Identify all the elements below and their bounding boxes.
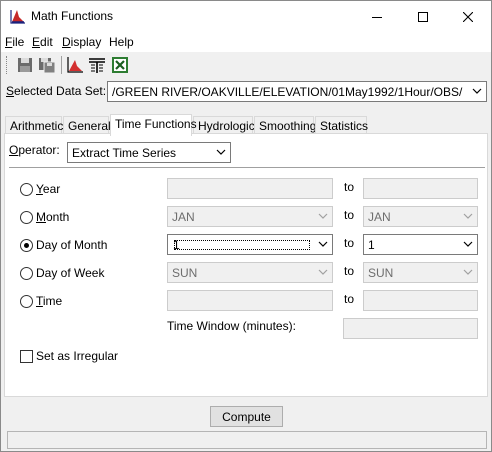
chevron-down-icon	[463, 269, 473, 275]
month-to-combo[interactable]: JAN	[363, 206, 478, 227]
save-as-icon[interactable]	[38, 56, 56, 74]
day-of-week-to-combo[interactable]: SUN	[363, 262, 478, 283]
plot-icon[interactable]	[66, 56, 84, 74]
month-from-value: JAN	[172, 210, 195, 224]
day-of-week-to-value: SUN	[368, 266, 394, 280]
status-bar	[7, 431, 487, 449]
menu-file[interactable]: File	[5, 35, 24, 49]
tabulate-icon[interactable]	[88, 56, 106, 74]
menu-help[interactable]: Help	[109, 35, 134, 49]
time-window-field[interactable]	[343, 318, 478, 339]
toolbar-grip[interactable]	[6, 56, 9, 74]
math-functions-window: Math Functions File Edit Display Help Se…	[0, 0, 492, 452]
time-to-label: to	[344, 292, 355, 306]
menu-display[interactable]: Display	[62, 35, 101, 49]
day-of-month-to-value: 1	[368, 238, 375, 252]
time-functions-panel: Operator: Extract Time Series Year to Mo…	[4, 133, 488, 397]
chevron-down-icon	[472, 88, 482, 94]
day-of-month-from-combo[interactable]: 1	[167, 234, 333, 255]
radio-selected-dot	[24, 243, 29, 248]
maximize-button[interactable]	[400, 1, 446, 32]
month-from-combo[interactable]: JAN	[167, 206, 333, 227]
selected-data-set-label: Selected Data Set:	[6, 84, 107, 98]
day-of-month-label: Day of Month	[36, 238, 108, 252]
math-chart-icon	[10, 10, 25, 24]
maximize-icon	[418, 11, 428, 22]
close-button[interactable]	[445, 1, 491, 32]
day-of-month-radio[interactable]	[20, 239, 33, 252]
toolbar-separator	[61, 56, 62, 74]
month-to-label: to	[344, 208, 355, 222]
month-label: Month	[36, 210, 70, 224]
day-of-week-from-combo[interactable]: SUN	[167, 262, 333, 283]
save-icon[interactable]	[16, 56, 34, 74]
operator-separator	[9, 167, 485, 168]
day-of-month-to-label: to	[344, 236, 355, 250]
year-to-label: to	[344, 180, 355, 194]
year-from-field[interactable]	[167, 178, 333, 199]
set-as-irregular-checkbox[interactable]	[20, 350, 33, 363]
day-of-week-to-label: to	[344, 264, 355, 278]
operator-label: Operator:	[9, 143, 60, 157]
day-of-month-to-combo[interactable]: 1	[363, 234, 478, 255]
time-window-label: Time Window (minutes):	[167, 319, 296, 333]
menu-edit[interactable]: Edit	[32, 35, 53, 49]
time-to-field[interactable]	[363, 290, 478, 311]
year-to-field[interactable]	[363, 178, 478, 199]
chevron-down-icon	[318, 269, 328, 275]
year-label: Year	[36, 182, 61, 196]
month-to-value: JAN	[368, 210, 391, 224]
day-of-month-from-value: 1	[172, 238, 312, 252]
compute-label: Compute	[222, 409, 271, 424]
chevron-down-icon	[318, 241, 328, 247]
operator-combo[interactable]: Extract Time Series	[67, 142, 231, 163]
minimize-icon	[372, 16, 382, 18]
chevron-down-icon	[216, 149, 226, 155]
chevron-down-icon	[318, 213, 328, 219]
month-radio[interactable]	[20, 211, 33, 224]
day-of-week-from-value: SUN	[172, 266, 198, 280]
set-as-irregular-label: Set as Irregular	[36, 349, 119, 363]
year-radio[interactable]	[20, 183, 33, 196]
compute-button[interactable]: Compute	[210, 406, 283, 427]
excel-icon[interactable]	[111, 56, 129, 74]
day-of-week-label: Day of Week	[36, 266, 105, 280]
minimize-button[interactable]	[354, 1, 400, 32]
time-from-field[interactable]	[167, 290, 333, 311]
selected-data-set-value: /GREEN RIVER/OAKVILLE/ELEVATION/01May199…	[112, 85, 463, 99]
time-radio[interactable]	[20, 295, 33, 308]
chevron-down-icon	[463, 241, 473, 247]
time-label: Time	[36, 294, 63, 308]
toolbar	[1, 53, 491, 78]
close-icon	[463, 11, 473, 22]
window-title: Math Functions	[31, 9, 114, 23]
menu-bar: File Edit Display Help	[1, 32, 491, 52]
title-bar: Math Functions	[1, 1, 491, 32]
day-of-week-radio[interactable]	[20, 267, 33, 280]
selected-data-set-combo[interactable]: /GREEN RIVER/OAKVILLE/ELEVATION/01May199…	[107, 81, 487, 102]
operator-value: Extract Time Series	[72, 146, 177, 160]
chevron-down-icon	[463, 213, 473, 219]
tab-time-functions[interactable]: Time Functions	[110, 114, 197, 136]
